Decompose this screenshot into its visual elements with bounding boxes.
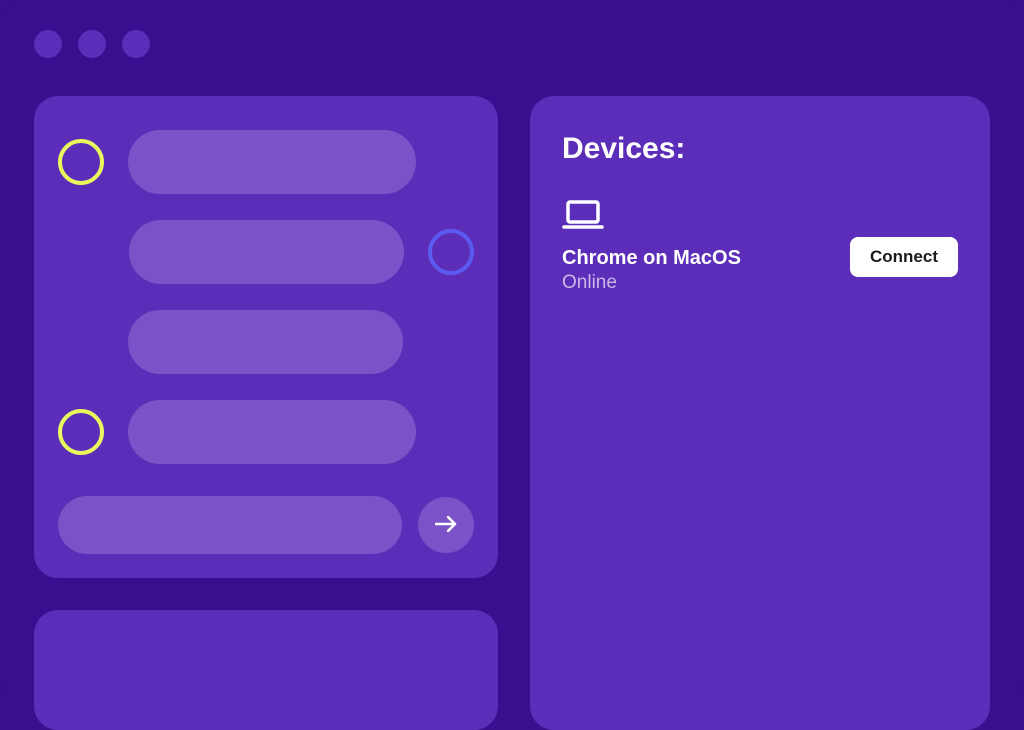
window-controls [0,0,1024,58]
chat-bubble [128,400,416,464]
laptop-icon [562,200,741,235]
app-window: Devices: Chrome on MacOS Online [0,0,1024,698]
window-control-dot[interactable] [78,30,106,58]
chat-message-row [58,220,474,284]
connect-button[interactable]: Connect [850,237,958,277]
chat-bubble [128,310,403,374]
window-control-dot[interactable] [34,30,62,58]
window-control-dot[interactable] [122,30,150,58]
chat-message-row [58,310,474,374]
send-button[interactable] [418,497,474,553]
chat-message-row [58,130,474,194]
device-info: Chrome on MacOS Online [562,200,741,294]
chat-input[interactable] [58,496,402,554]
avatar-icon [428,229,474,275]
chat-panel [34,96,498,578]
device-name: Chrome on MacOS [562,247,741,270]
main-content: Devices: Chrome on MacOS Online [0,58,1024,730]
devices-title: Devices: [562,132,958,166]
device-row: Chrome on MacOS Online Connect [562,200,958,294]
left-column [34,96,498,730]
bottom-panel [34,610,498,730]
device-status: Online [562,272,741,294]
chat-message-row [58,400,474,464]
chat-bubble [129,220,404,284]
devices-panel: Devices: Chrome on MacOS Online [530,96,990,730]
avatar-icon [58,409,104,455]
avatar-icon [58,139,104,185]
arrow-right-icon [435,512,457,538]
chat-bubble [128,130,416,194]
chat-input-row [58,496,474,554]
